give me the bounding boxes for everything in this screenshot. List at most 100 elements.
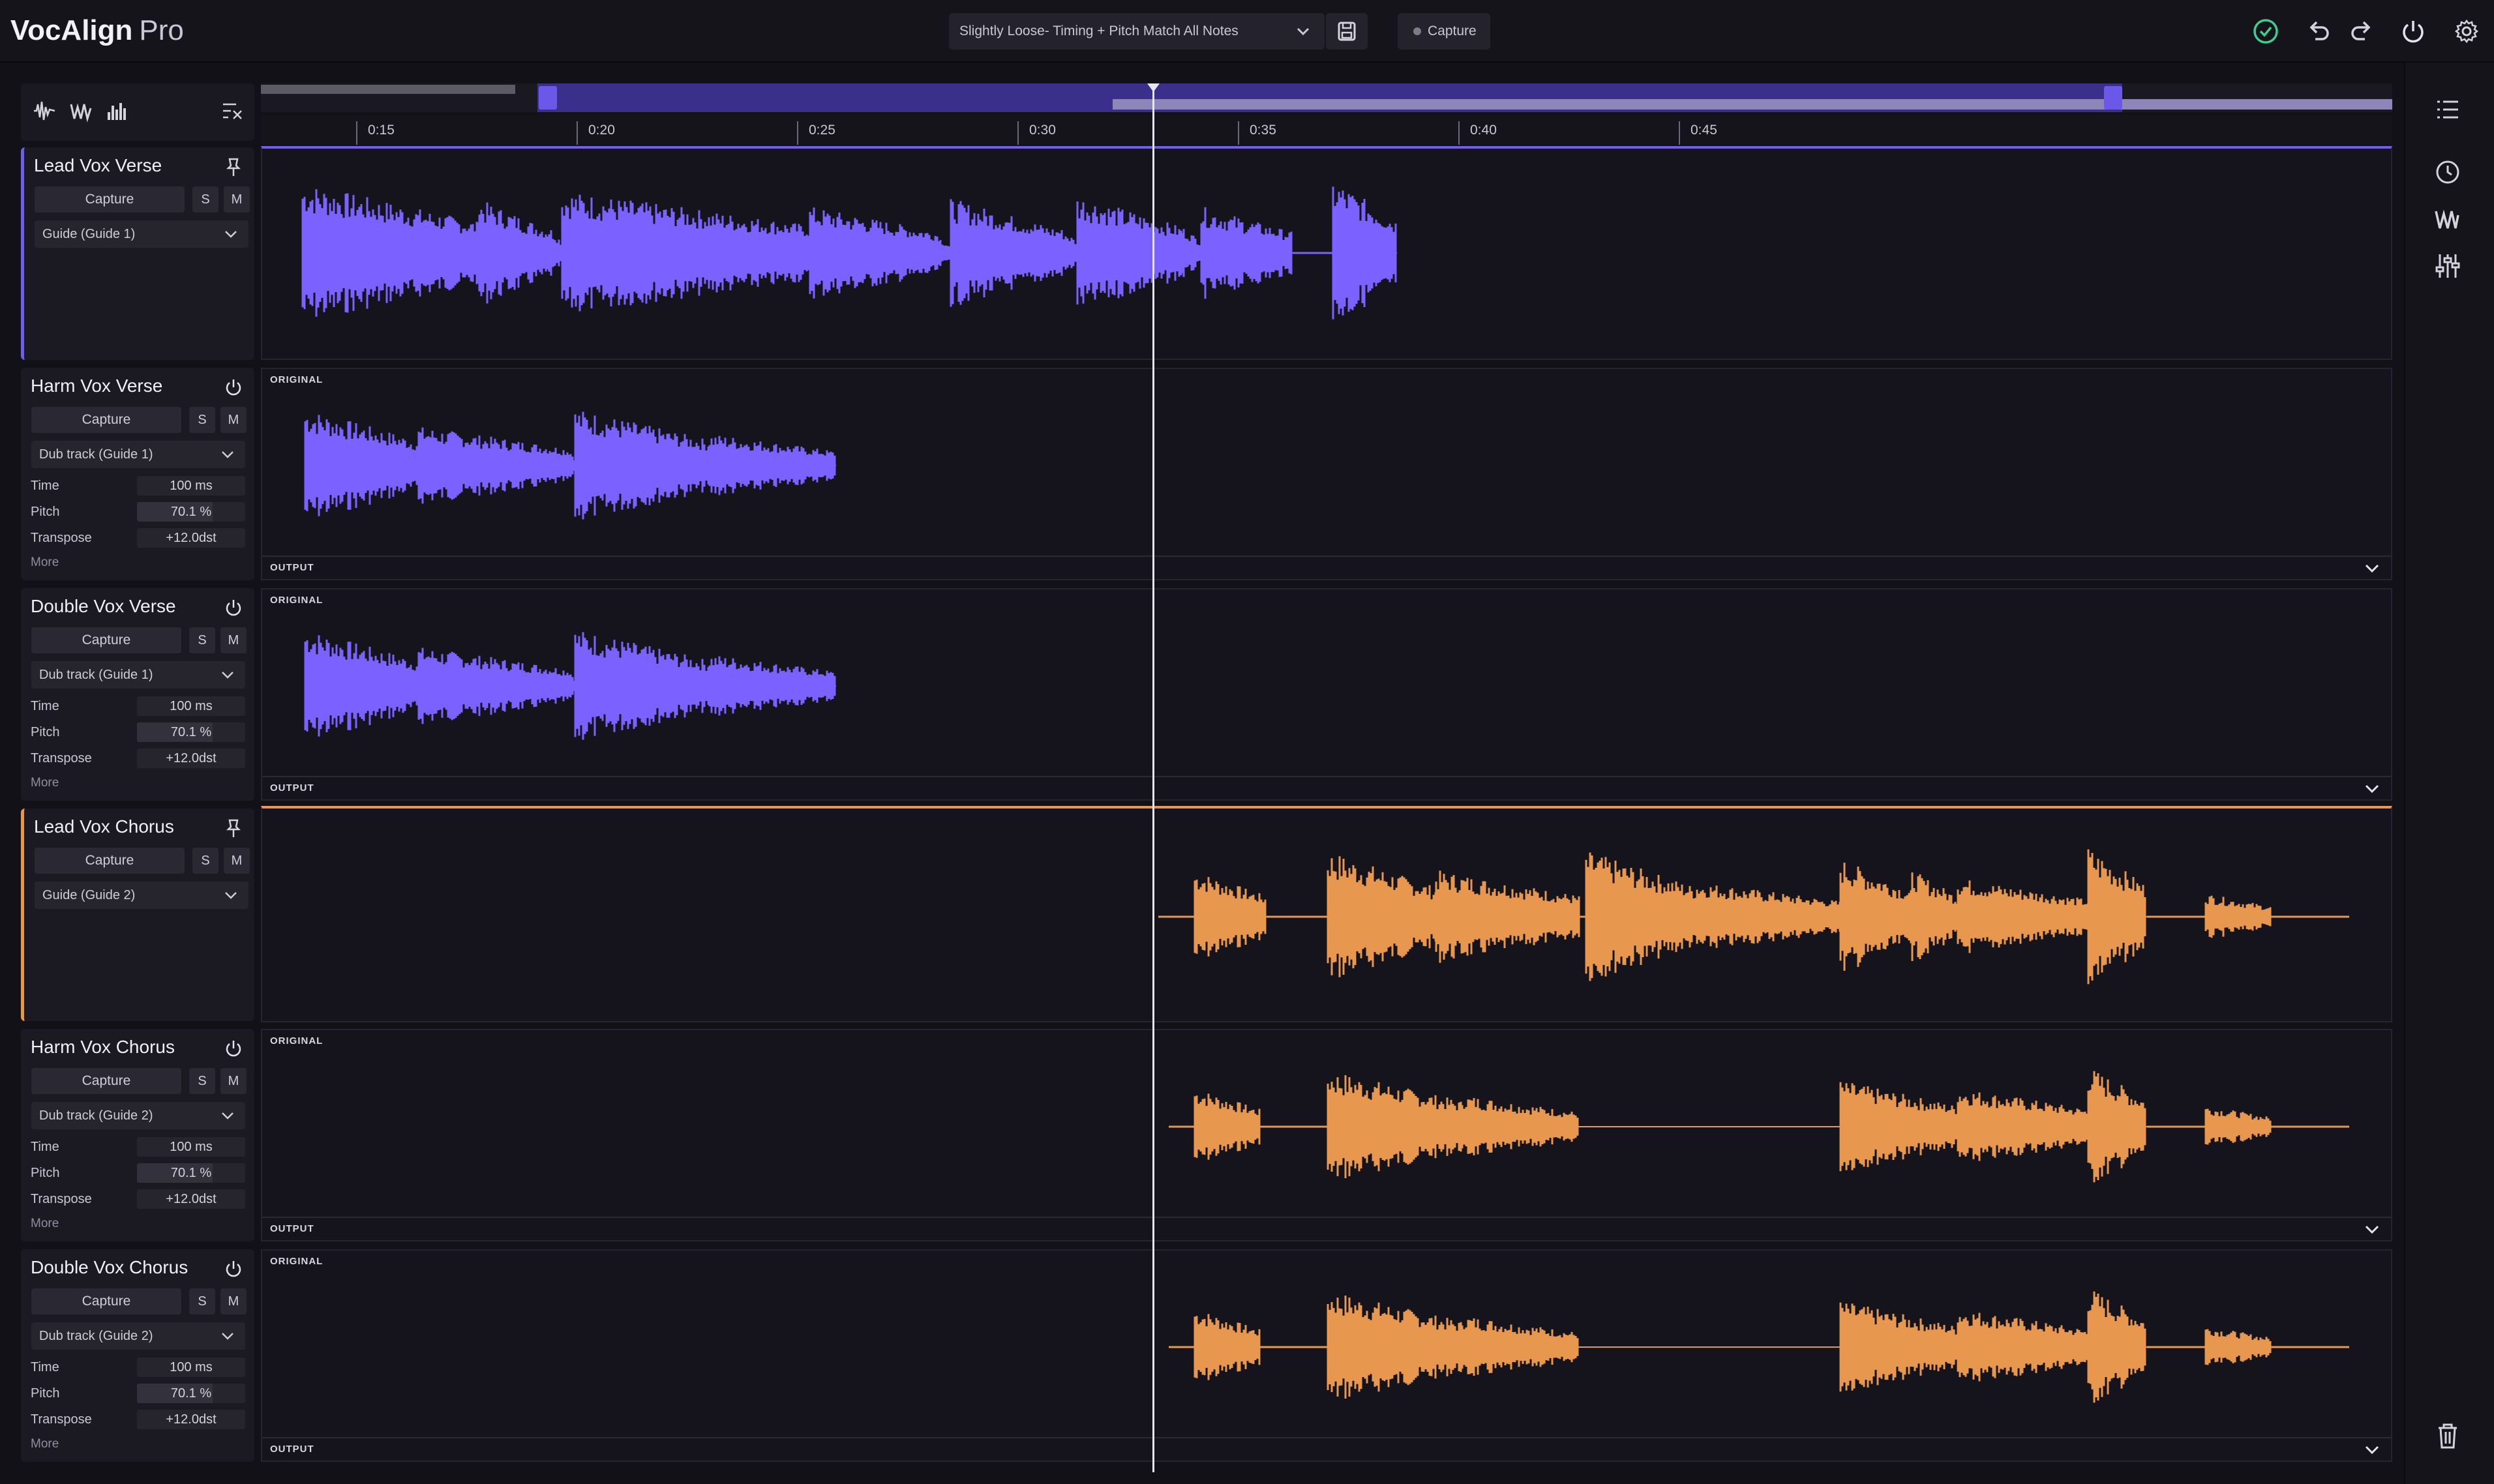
capture-button[interactable]: Capture [31, 1288, 181, 1314]
solo-button[interactable]: S [192, 186, 218, 213]
capture-button[interactable]: Capture [31, 627, 181, 653]
mute-button[interactable]: M [220, 407, 247, 433]
track-panel-harm-vox-chorus[interactable]: Harm Vox Chorus Capture S M Dub track (G… [21, 1029, 254, 1241]
ruler-tick [356, 121, 357, 145]
power-icon[interactable] [222, 596, 245, 619]
range-end-handle[interactable] [2104, 86, 2122, 110]
lane-lead-vox-chorus[interactable] [261, 806, 2392, 1022]
pitch-value-slider[interactable]: 70.1 % [137, 502, 245, 522]
chevron-down-icon [220, 1322, 235, 1359]
solo-button[interactable]: S [189, 627, 215, 653]
list-icon[interactable] [2431, 93, 2465, 126]
more-link[interactable]: More [31, 1437, 59, 1451]
track-name[interactable]: Double Vox Chorus [31, 1257, 188, 1278]
transpose-value-field[interactable]: +12.0dst [137, 1410, 245, 1429]
waveform [304, 411, 836, 520]
time-value-field[interactable]: 100 ms [137, 1358, 245, 1377]
time-label: Time [31, 1360, 59, 1374]
track-name[interactable]: Double Vox Verse [31, 596, 176, 617]
capture-button[interactable]: Capture [35, 186, 185, 213]
clock-icon[interactable] [2431, 155, 2465, 189]
track-role-select[interactable]: Guide (Guide 2) [35, 882, 248, 909]
mute-button[interactable]: M [220, 1068, 247, 1094]
check-circle-icon[interactable] [2249, 14, 2283, 48]
track-name[interactable]: Harm Vox Chorus [31, 1037, 175, 1058]
power-icon[interactable] [222, 1257, 245, 1281]
lane-double-vox-verse[interactable]: ORIGINAL OUTPUT [261, 588, 2392, 801]
track-role-select[interactable]: Dub track (Guide 1) [31, 661, 245, 689]
sliders-icon[interactable] [2431, 249, 2465, 283]
lane-harm-vox-verse[interactable]: ORIGINAL OUTPUT [261, 368, 2392, 580]
range-start-handle[interactable] [539, 86, 557, 110]
chevron-down-icon[interactable] [2362, 1440, 2382, 1459]
pin-icon[interactable] [222, 155, 245, 179]
save-preset-button[interactable] [1326, 13, 1368, 50]
waveform-tool-icon[interactable] [31, 98, 57, 124]
solo-button[interactable]: S [189, 407, 215, 433]
chevron-down-icon[interactable] [2362, 779, 2382, 798]
more-link[interactable]: More [31, 556, 59, 570]
track-role-select[interactable]: Dub track (Guide 1) [31, 441, 245, 468]
more-link[interactable]: More [31, 776, 59, 790]
capture-button[interactable]: Capture [35, 848, 185, 874]
chevron-down-icon [220, 661, 235, 698]
transpose-value-field[interactable]: +12.0dst [137, 749, 245, 768]
clear-tool-icon[interactable] [219, 98, 245, 124]
track-panel-double-vox-chorus[interactable]: Double Vox Chorus Capture S M Dub track … [21, 1249, 254, 1462]
mute-button[interactable]: M [224, 186, 250, 213]
playhead[interactable] [1147, 83, 1160, 1472]
track-panel-double-vox-verse[interactable]: Double Vox Verse Capture S M Dub track (… [21, 588, 254, 801]
mute-button[interactable]: M [220, 1288, 247, 1314]
chevron-down-icon [220, 1102, 235, 1139]
preset-select[interactable]: Slightly Loose- Timing + Pitch Match All… [949, 13, 1325, 50]
redo-icon[interactable] [2344, 14, 2378, 48]
chevron-down-icon [220, 441, 235, 478]
solo-button[interactable]: S [189, 1068, 215, 1094]
lane-double-vox-chorus[interactable]: ORIGINAL OUTPUT [261, 1249, 2392, 1462]
time-ruler[interactable]: 0:15 0:20 0:25 0:30 0:35 0:40 0:45 [261, 115, 2392, 145]
pin-icon[interactable] [222, 816, 245, 840]
power-icon[interactable] [2396, 14, 2430, 48]
transpose-label: Transpose [31, 1192, 92, 1206]
mute-button[interactable]: M [220, 627, 247, 653]
time-label: Time [31, 479, 59, 493]
power-icon[interactable] [222, 376, 245, 399]
pitch-value-slider[interactable]: 70.1 % [137, 1163, 245, 1183]
gear-icon[interactable] [2450, 14, 2484, 48]
transpose-value-field[interactable]: +12.0dst [137, 528, 245, 548]
lane-lead-vox-verse[interactable] [261, 146, 2392, 360]
track-role-select[interactable]: Dub track (Guide 2) [31, 1102, 245, 1129]
track-name[interactable]: Lead Vox Chorus [34, 816, 174, 837]
chevron-down-icon[interactable] [2362, 558, 2382, 578]
pitch-value-slider[interactable]: 70.1 % [137, 1384, 245, 1403]
lane-harm-vox-chorus[interactable]: ORIGINAL OUTPUT [261, 1029, 2392, 1241]
track-panel-harm-vox-verse[interactable]: Harm Vox Verse Capture S M Dub track (Gu… [21, 368, 254, 580]
solo-button[interactable]: S [189, 1288, 215, 1314]
track-name[interactable]: Harm Vox Verse [31, 376, 162, 396]
time-value-field[interactable]: 100 ms [137, 1137, 245, 1157]
mute-button[interactable]: M [224, 848, 250, 874]
overview-scrollbar[interactable] [261, 83, 2392, 112]
waveform-w-icon[interactable] [2431, 202, 2465, 236]
transpose-value-field[interactable]: +12.0dst [137, 1189, 245, 1209]
more-link[interactable]: More [31, 1217, 59, 1231]
track-panel-lead-vox-chorus[interactable]: Lead Vox Chorus Capture S M Guide (Guide… [21, 809, 254, 1021]
power-icon[interactable] [222, 1037, 245, 1060]
solo-button[interactable]: S [192, 848, 218, 874]
track-panel-lead-vox-verse[interactable]: Lead Vox Verse Capture S M Guide (Guide … [21, 147, 254, 360]
track-role-select[interactable]: Guide (Guide 1) [35, 220, 248, 248]
track-role-select[interactable]: Dub track (Guide 2) [31, 1322, 245, 1350]
pitch-value-slider[interactable]: 70.1 % [137, 722, 245, 742]
output-label: OUTPUT [270, 1223, 314, 1234]
capture-all-button[interactable]: Capture [1398, 13, 1490, 50]
capture-button[interactable]: Capture [31, 1068, 181, 1094]
track-name[interactable]: Lead Vox Verse [34, 155, 162, 176]
capture-button[interactable]: Capture [31, 407, 181, 433]
bars-tool-icon[interactable] [104, 98, 130, 124]
trash-icon[interactable] [2431, 1419, 2465, 1453]
chevron-down-icon[interactable] [2362, 1219, 2382, 1239]
pitch-tool-icon[interactable] [68, 98, 94, 124]
undo-icon[interactable] [2302, 14, 2336, 48]
time-value-field[interactable]: 100 ms [137, 476, 245, 496]
time-value-field[interactable]: 100 ms [137, 696, 245, 716]
